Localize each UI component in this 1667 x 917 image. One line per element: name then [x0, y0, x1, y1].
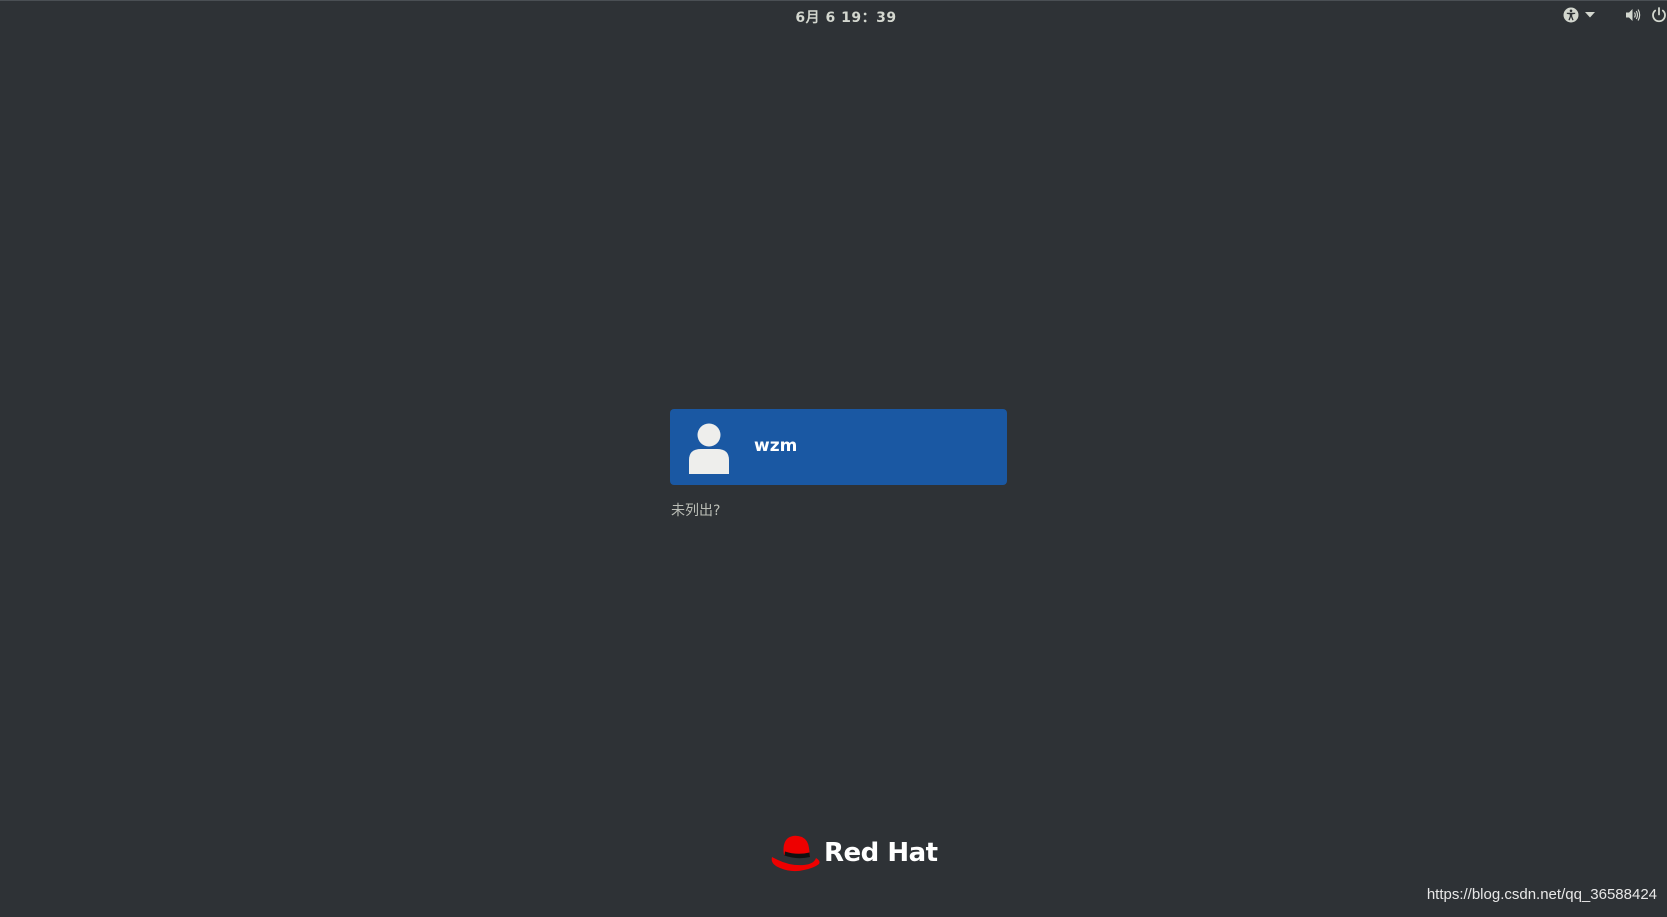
system-tray: [1563, 6, 1667, 24]
power-icon: [1651, 7, 1667, 23]
volume-icon: [1625, 8, 1641, 22]
volume-button[interactable]: [1625, 6, 1641, 24]
user-name: wzm: [754, 436, 798, 456]
red-hat-logo: Red Hat: [770, 833, 938, 875]
dropdown-arrow-icon: [1585, 12, 1595, 18]
user-avatar-icon: [687, 422, 731, 474]
clock[interactable]: 6月 6 19：39: [0, 7, 1667, 27]
top-bar-border: [0, 0, 1667, 1]
top-bar: 6月 6 19：39: [0, 0, 1667, 30]
user-list-item[interactable]: wzm: [670, 409, 1007, 485]
not-listed-link[interactable]: 未列出?: [671, 500, 720, 520]
watermark-url: https://blog.csdn.net/qq_36588424: [1426, 886, 1657, 903]
logo-text: Red Hat: [824, 838, 938, 868]
accessibility-menu-button[interactable]: [1563, 6, 1595, 24]
accessibility-icon: [1563, 7, 1579, 23]
power-button[interactable]: [1651, 6, 1667, 24]
